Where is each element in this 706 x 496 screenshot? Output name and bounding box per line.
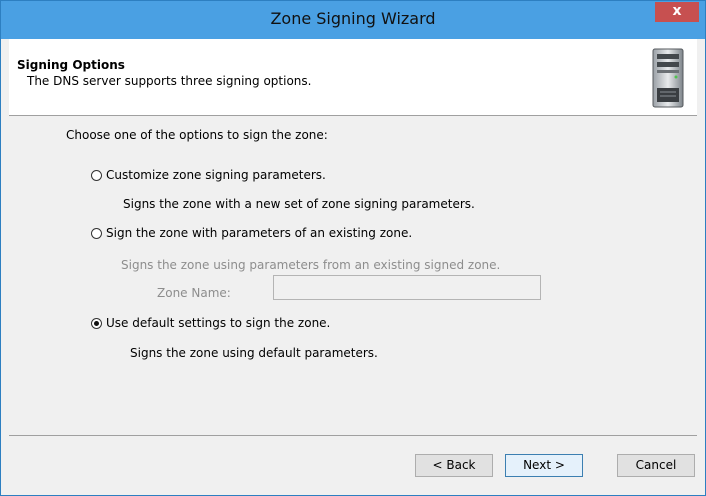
option-default-label: Use default settings to sign the zone. bbox=[106, 316, 331, 330]
wizard-header: Signing Options The DNS server supports … bbox=[9, 39, 697, 116]
option-default[interactable]: Use default settings to sign the zone. bbox=[91, 316, 330, 330]
option-customize-label: Customize zone signing parameters. bbox=[106, 168, 326, 182]
zone-name-input[interactable] bbox=[273, 275, 541, 300]
option-existing-zone[interactable]: Sign the zone with parameters of an exis… bbox=[91, 226, 412, 240]
cancel-button[interactable]: Cancel bbox=[617, 454, 695, 477]
option-existing-zone-description: Signs the zone using parameters from an … bbox=[121, 258, 501, 272]
wizard-body: Signing Options The DNS server supports … bbox=[9, 39, 697, 489]
zone-name-label: Zone Name: bbox=[157, 286, 231, 300]
instruction-text: Choose one of the options to sign the zo… bbox=[66, 128, 328, 142]
option-default-description: Signs the zone using default parameters. bbox=[130, 346, 378, 360]
footer-divider bbox=[9, 435, 697, 436]
next-button[interactable]: Next > bbox=[505, 454, 583, 477]
option-existing-zone-label: Sign the zone with parameters of an exis… bbox=[106, 226, 413, 240]
back-button[interactable]: < Back bbox=[415, 454, 493, 477]
window-title: Zone Signing Wizard bbox=[270, 9, 436, 28]
wizard-window: Zone Signing Wizard x Signing Options Th… bbox=[0, 0, 706, 496]
radio-customize[interactable] bbox=[91, 169, 102, 181]
radio-default[interactable] bbox=[91, 317, 102, 329]
title-bar[interactable]: Zone Signing Wizard x bbox=[1, 1, 705, 39]
close-button[interactable]: x bbox=[655, 2, 699, 22]
server-icon bbox=[652, 48, 684, 108]
radio-existing-zone[interactable] bbox=[91, 227, 102, 239]
page-subtitle: The DNS server supports three signing op… bbox=[27, 74, 312, 88]
option-customize-description: Signs the zone with a new set of zone si… bbox=[123, 197, 475, 211]
page-title: Signing Options bbox=[17, 58, 125, 72]
option-customize[interactable]: Customize zone signing parameters. bbox=[91, 168, 326, 182]
